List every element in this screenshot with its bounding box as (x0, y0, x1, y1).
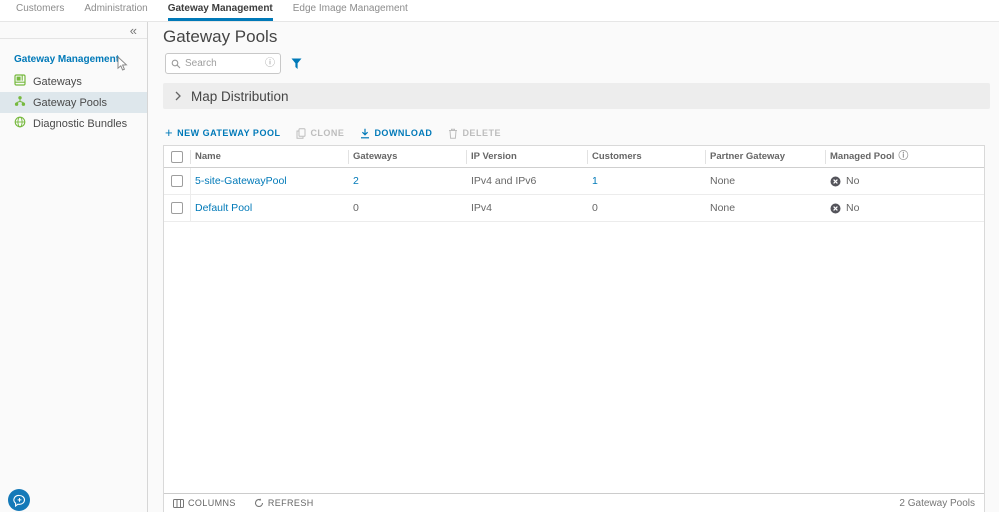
table-toolbar: + NEW GATEWAY POOL CLONE DOWNLOAD DELETE (165, 125, 501, 141)
gateway-management-app: Customers Administration Gateway Managem… (0, 0, 999, 512)
chat-bubble-icon (12, 494, 26, 507)
download-button[interactable]: DOWNLOAD (360, 128, 432, 139)
managed-pool-info-icon[interactable]: ⓘ (898, 151, 908, 162)
search-box: ⓘ (165, 53, 281, 74)
column-header-ip-version[interactable]: IP Version (467, 149, 588, 164)
map-distribution-section[interactable]: Map Distribution (163, 83, 990, 109)
main-content: Gateway Pools ⓘ Map Distribution + NE (148, 22, 999, 512)
row-checkbox[interactable] (171, 175, 183, 187)
gateway-pools-table: Name Gateways IP Version Customers Partn… (163, 145, 985, 512)
search-info-icon[interactable]: ⓘ (265, 58, 275, 69)
sidebar: « Gateway Management Gateways Gateway Po… (0, 22, 148, 512)
sidebar-collapse-row: « (0, 22, 147, 39)
diagnostic-bundles-icon (14, 116, 26, 131)
sidebar-item-label: Gateways (33, 75, 82, 88)
partner-gateway-value: None (710, 202, 736, 214)
gateways-icon (14, 74, 26, 89)
ip-version-value: IPv4 and IPv6 (471, 175, 537, 187)
column-header-partner-gateway[interactable]: Partner Gateway (706, 149, 826, 164)
table-row: Default Pool 0 IPv4 0 None No (164, 194, 984, 222)
sidebar-section-title: Gateway Management (14, 54, 120, 65)
managed-no-icon (830, 203, 841, 214)
pool-name-link[interactable]: Default Pool (195, 202, 252, 214)
tab-administration[interactable]: Administration (84, 0, 147, 21)
refresh-icon (254, 498, 264, 508)
row-checkbox[interactable] (171, 202, 183, 214)
table-row: 5-site-GatewayPool 2 IPv4 and IPv6 1 Non… (164, 167, 984, 195)
table-header-row: Name Gateways IP Version Customers Partn… (164, 146, 984, 168)
column-header-customers[interactable]: Customers (588, 149, 706, 164)
search-input[interactable] (185, 58, 265, 69)
column-header-managed-pool[interactable]: Managed Pool ⓘ (826, 150, 984, 164)
delete-button[interactable]: DELETE (448, 128, 501, 139)
plus-icon: + (165, 125, 174, 140)
tab-gateway-management[interactable]: Gateway Management (167, 0, 273, 21)
tab-customers[interactable]: Customers (16, 0, 64, 21)
managed-pool-value: No (846, 175, 860, 187)
columns-icon (173, 498, 184, 508)
search-icon (171, 59, 181, 69)
refresh-button[interactable]: REFRESH (254, 498, 314, 508)
table-footer: COLUMNS REFRESH 2 Gateway Pools (164, 493, 984, 512)
tab-edge-image-management[interactable]: Edge Image Management (293, 0, 408, 21)
columns-button[interactable]: COLUMNS (173, 498, 236, 508)
sidebar-item-gateways[interactable]: Gateways (0, 71, 147, 92)
feedback-button[interactable] (8, 489, 30, 511)
pool-name-link[interactable]: 5-site-GatewayPool (195, 175, 287, 187)
sidebar-item-label: Diagnostic Bundles (33, 117, 128, 130)
select-all-checkbox[interactable] (171, 150, 183, 163)
map-distribution-label: Map Distribution (191, 88, 289, 104)
managed-pool-value: No (846, 202, 860, 214)
sidebar-item-gateway-pools[interactable]: Gateway Pools (0, 92, 147, 113)
collapse-sidebar-icon[interactable]: « (130, 24, 137, 37)
ip-version-value: IPv4 (471, 202, 493, 214)
row-count-label: 2 Gateway Pools (899, 497, 975, 509)
trash-icon (448, 128, 458, 139)
column-header-name[interactable]: Name (191, 149, 349, 164)
filter-icon[interactable] (291, 58, 302, 70)
customers-count-value: 0 (592, 202, 598, 214)
sidebar-item-label: Gateway Pools (33, 96, 107, 109)
sidebar-item-diagnostic-bundles[interactable]: Diagnostic Bundles (0, 113, 147, 134)
gateways-count-value: 0 (353, 202, 359, 214)
new-gateway-pool-button[interactable]: + NEW GATEWAY POOL (165, 125, 280, 140)
customers-count-link[interactable]: 1 (592, 175, 598, 187)
clone-icon (296, 127, 306, 139)
gateways-count-link[interactable]: 2 (353, 175, 359, 187)
clone-button[interactable]: CLONE (296, 127, 344, 139)
download-icon (360, 128, 370, 139)
top-navigation: Customers Administration Gateway Managem… (0, 0, 999, 22)
column-header-gateways[interactable]: Gateways (349, 149, 467, 164)
gateway-pools-icon (14, 95, 26, 110)
chevron-right-icon (174, 91, 182, 101)
partner-gateway-value: None (710, 175, 736, 187)
managed-no-icon (830, 176, 841, 187)
page-title: Gateway Pools (163, 27, 278, 46)
